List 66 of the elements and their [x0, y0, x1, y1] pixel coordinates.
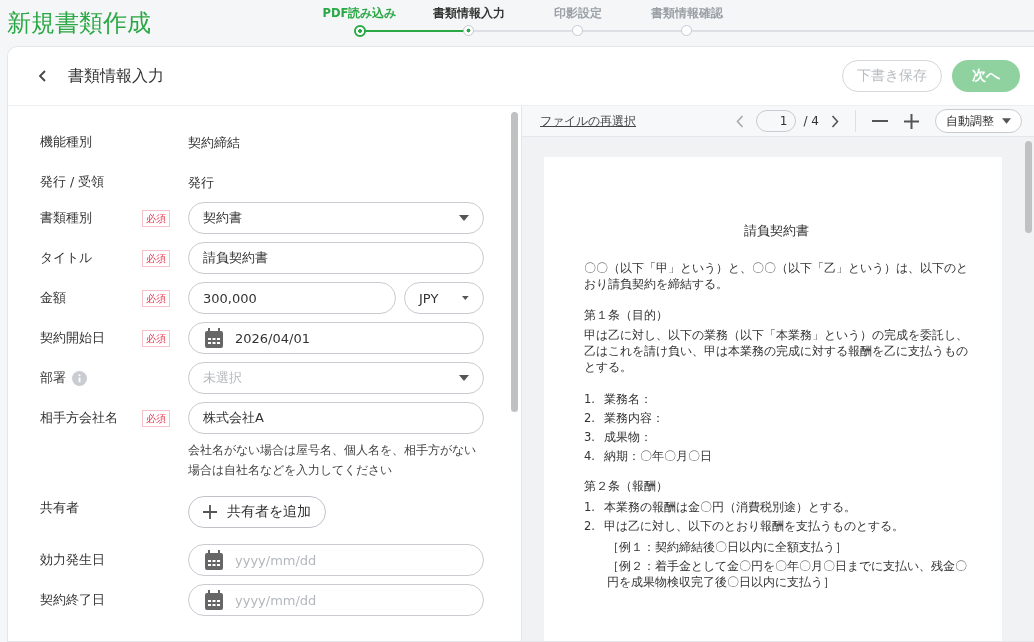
page-total: / 4 [803, 114, 819, 128]
document-heading: 第２条（報酬） [584, 478, 669, 494]
field-label: 金額 [40, 289, 66, 307]
field-value: 発行 [188, 175, 214, 190]
field-label: 契約終了日 [40, 591, 105, 609]
required-badge: 必須 [142, 409, 170, 427]
field-label: 部署 [40, 369, 66, 387]
calendar-icon [205, 328, 223, 348]
list-item-text: 甲は乙に対し、以下のとおり報酬を支払うものとする。 [604, 518, 904, 535]
field-label: 共有者 [40, 499, 79, 517]
info-icon[interactable] [72, 370, 87, 386]
zoom-select[interactable]: 自動調整 [935, 109, 1022, 133]
required-badge: 必須 [142, 249, 170, 267]
field-label: 契約開始日 [40, 329, 105, 347]
caret-icon [459, 215, 469, 221]
field-label: 書類種別 [40, 209, 92, 227]
step-dot[interactable] [571, 25, 583, 36]
scrollbar-thumb[interactable] [511, 112, 518, 412]
caret-icon [1002, 118, 1011, 124]
field-label: 効力発生日 [40, 551, 105, 569]
step-dot[interactable] [462, 25, 474, 36]
list-number: 1. [584, 499, 594, 516]
page-title: 新規書類作成 [7, 8, 151, 39]
add-sharer-button[interactable]: 共有者を追加 [188, 496, 326, 528]
field-value: 契約締結 [188, 135, 240, 150]
scrollbar-thumb[interactable] [1025, 141, 1032, 233]
required-badge: 必須 [142, 329, 170, 347]
step-dot[interactable] [680, 25, 692, 36]
step-dot[interactable] [353, 25, 366, 37]
list-item-text: 納期：〇年〇月〇日 [604, 448, 712, 465]
list-item-text: 成果物： [604, 429, 652, 446]
step-label: 書類情報入力 [432, 6, 505, 22]
document-paragraph: 〇〇（以下「甲」という）と、〇〇（以下「乙」という）は、以下のとおり請負契約を締結する。 [584, 260, 968, 292]
list-item-text: 業務名： [604, 391, 652, 408]
document-paragraph: 甲は乙に対し、以下の業務（以下「本業務」という）の完成を委託し、乙はこれを請け負い、甲は本業務の完成に対する報酬を乙に支払うものとする。 [584, 327, 968, 375]
next-page-icon[interactable] [831, 114, 839, 128]
previous-page-icon[interactable] [735, 114, 744, 128]
plus-icon [203, 505, 217, 519]
calendar-icon [205, 590, 223, 610]
required-badge: 必須 [142, 289, 170, 307]
list-number: 2. [584, 410, 594, 427]
list-number: 1. [584, 391, 594, 408]
list-number: 4. [584, 448, 594, 465]
list-item-text: 本業務の報酬は金〇円（消費税別途）とする。 [604, 499, 856, 516]
step-label: 印影設定 [553, 6, 602, 22]
field-label: 相手方会社名 [40, 409, 118, 427]
caret-icon [462, 295, 469, 301]
required-badge: 必須 [142, 209, 170, 227]
list-number: 2. [584, 518, 594, 535]
step-label: 書類情報確認 [650, 6, 723, 22]
help-text: 会社名がない場合は屋号名、個人名を、相手方がない場合は自社名などを入力してください [188, 442, 477, 479]
reselect-file-link[interactable]: ファイルの再選択 [540, 112, 636, 130]
list-item-text: 業務内容： [604, 410, 664, 427]
document-paragraph: ［例１：契約締結後〇日以内に全額支払う］ [606, 539, 848, 555]
zoom-in-icon[interactable] [904, 113, 919, 129]
document-title: 請負契約書 [742, 223, 810, 240]
document-heading: 第１条（目的） [584, 307, 669, 323]
section-title: 書類情報入力 [68, 65, 164, 87]
field-label: 機能種別 [40, 133, 92, 151]
field-label: 発行 / 受領 [40, 173, 105, 191]
step-label: PDF読み込み [322, 6, 397, 22]
caret-icon [459, 375, 469, 381]
field-label: タイトル [40, 249, 92, 267]
list-number: 3. [584, 429, 594, 446]
document-paragraph: ［例２：着手金として金〇円を〇年〇月〇日までに支払い、残金〇円を成果物検収完了後〇日以内に支払う］ [606, 558, 968, 590]
calendar-icon [205, 550, 223, 570]
